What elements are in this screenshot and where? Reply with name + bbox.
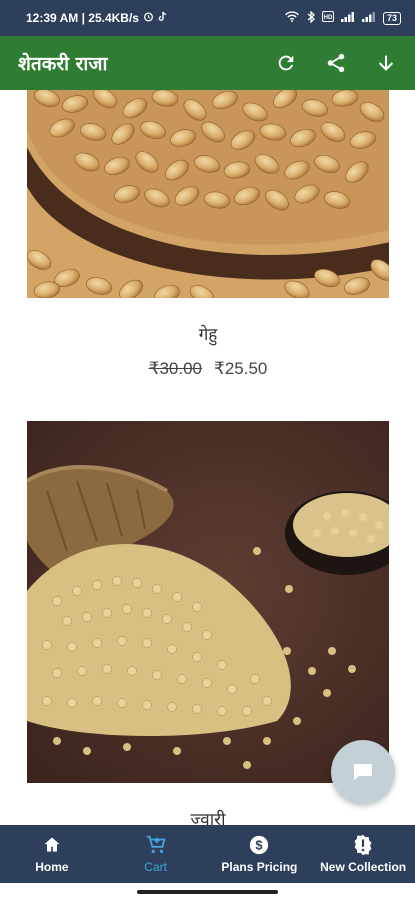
product-name: ज्वारी [190, 810, 226, 825]
wheat-image [27, 90, 389, 298]
price-row: ₹30.00 ₹25.50 [27, 359, 389, 379]
home-icon [44, 837, 60, 852]
dollar-icon: $ [250, 835, 269, 855]
share-button[interactable] [311, 36, 361, 90]
nav-new-collection-label: New Collection [320, 860, 407, 874]
status-bar: 12:39 AM | 25.4KB/s HD 73 [0, 0, 415, 36]
refresh-button[interactable] [261, 36, 311, 90]
gesture-bar[interactable] [137, 890, 278, 894]
nav-home-label: Home [35, 860, 69, 874]
volte-icon: HD [321, 11, 334, 25]
new-collection-icon [354, 834, 372, 856]
wifi-icon [284, 11, 300, 25]
nav-home[interactable]: Home [0, 825, 104, 883]
app-title: शेतकरी राजा [18, 53, 108, 75]
nav-new-collection[interactable]: New Collection [311, 825, 415, 883]
nav-plans-pricing[interactable]: $ Plans Pricing [208, 825, 312, 883]
status-left: 12:39 AM | 25.4KB/s [26, 11, 168, 25]
signal-icon-2 [361, 11, 376, 25]
nav-cart[interactable]: Cart [104, 825, 208, 883]
sale-price: ₹25.50 [214, 359, 268, 378]
product-card[interactable]: गेहु ₹30.00 ₹25.50 [27, 90, 389, 379]
app-actions [261, 36, 411, 90]
product-name: गेहु [198, 325, 218, 345]
refresh-icon [278, 55, 294, 71]
bluetooth-icon [307, 9, 315, 26]
chat-button[interactable] [331, 740, 395, 804]
tiktok-icon [158, 11, 168, 25]
battery-indicator: 73 [382, 11, 401, 25]
nav-plans-label: Plans Pricing [221, 860, 298, 874]
status-right: HD 73 [284, 9, 401, 26]
product-list: गेहु ₹30.00 ₹25.50 ज्वारी [0, 90, 415, 825]
download-button[interactable] [361, 36, 411, 90]
svg-text:$: $ [256, 838, 263, 853]
jowar-image [27, 421, 389, 783]
status-time: 12:39 AM | 25.4KB/s [26, 11, 139, 25]
signal-icon-1 [340, 11, 355, 25]
old-price: ₹30.00 [148, 359, 202, 378]
alarm-icon [143, 11, 154, 25]
share-icon [327, 53, 345, 73]
chat-icon [354, 764, 372, 780]
bottom-navigation: Home Cart $ Plans Pricing New Collection [0, 825, 415, 883]
cart-icon [146, 835, 166, 854]
download-icon [378, 55, 394, 71]
nav-cart-label: Cart [144, 860, 167, 874]
svg-text:HD: HD [324, 15, 333, 21]
app-bar: शेतकरी राजा [0, 36, 415, 90]
